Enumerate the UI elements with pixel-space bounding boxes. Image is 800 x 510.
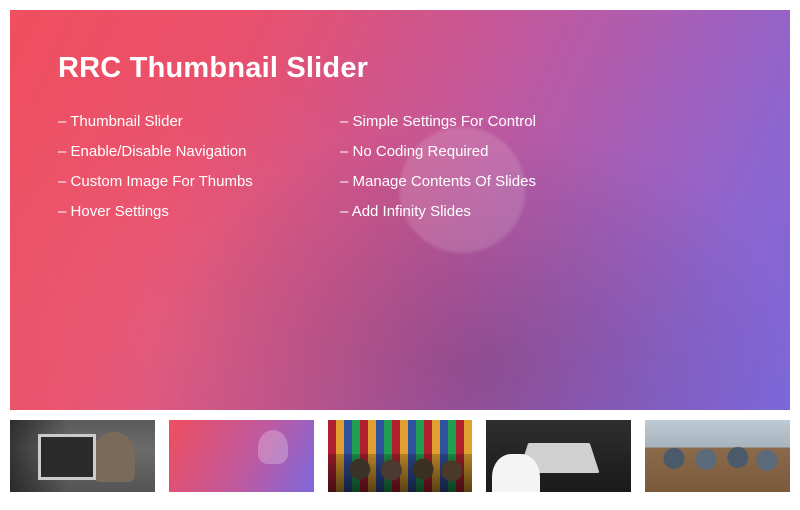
thumbnail-3[interactable] <box>328 420 473 492</box>
feature-columns: Thumbnail Slider Enable/Disable Navigati… <box>58 113 742 220</box>
feature-item: Simple Settings For Control <box>340 113 598 130</box>
hero-slide: RRC Thumbnail Slider Thumbnail Slider En… <box>10 10 790 410</box>
thumbnail-1[interactable] <box>10 420 155 492</box>
feature-item: Thumbnail Slider <box>58 113 316 130</box>
feature-column-2: Simple Settings For Control No Coding Re… <box>340 113 598 220</box>
feature-item: Manage Contents Of Slides <box>340 173 598 190</box>
feature-column-1: Thumbnail Slider Enable/Disable Navigati… <box>58 113 316 220</box>
feature-item: No Coding Required <box>340 143 598 160</box>
thumbnail-5[interactable] <box>645 420 790 492</box>
hero-title: RRC Thumbnail Slider <box>58 52 742 85</box>
thumbnail-2[interactable] <box>169 420 314 492</box>
feature-item: Add Infinity Slides <box>340 203 598 220</box>
thumbnail-4[interactable] <box>486 420 631 492</box>
feature-item: Hover Settings <box>58 203 316 220</box>
feature-item: Custom Image For Thumbs <box>58 173 316 190</box>
feature-item: Enable/Disable Navigation <box>58 143 316 160</box>
thumbnail-strip <box>0 420 800 492</box>
